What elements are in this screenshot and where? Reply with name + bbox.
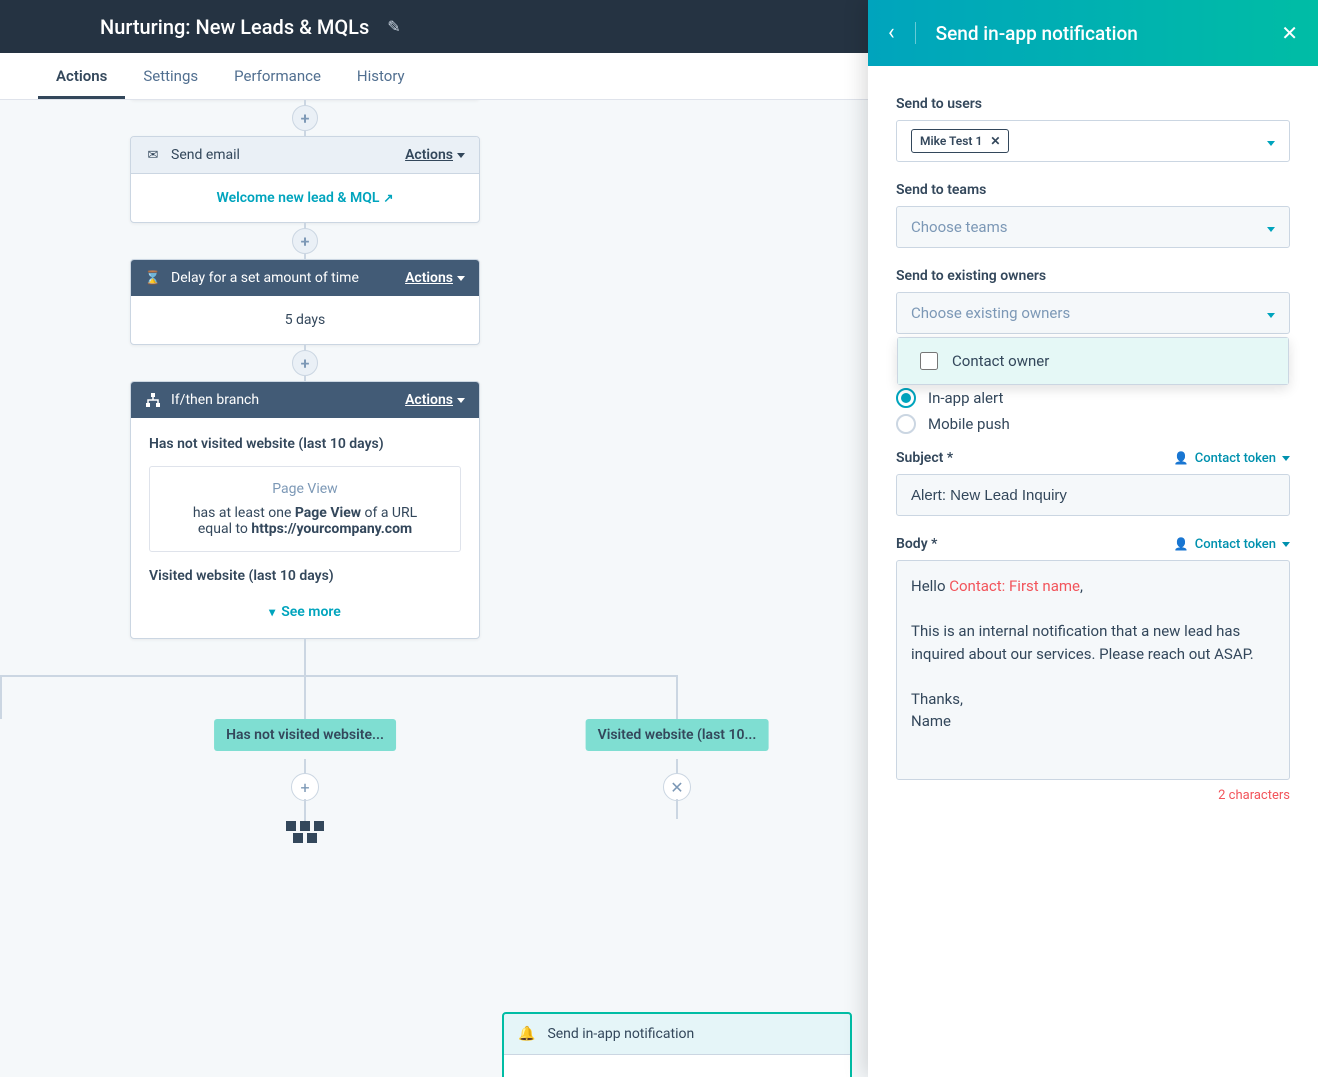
email-link[interactable]: Welcome new lead & MQL↗ (131, 174, 479, 222)
workflow-header: Nurturing: New Leads & MQLs ✎ (0, 0, 868, 53)
chevron-down-icon (1267, 218, 1275, 236)
goal-icon (286, 821, 326, 845)
owners-select[interactable]: Choose existing owners Contact owner (896, 292, 1290, 334)
contact-token-button[interactable]: Contact token (1174, 451, 1290, 466)
tab-actions[interactable]: Actions (38, 67, 125, 99)
card-actions-menu[interactable]: Actions (405, 392, 465, 408)
panel-title: Send in-app notification (936, 22, 1262, 45)
card-send-notification-selected[interactable]: 🔔 Send in-app notification (502, 1012, 852, 1077)
connector: + (304, 100, 306, 136)
connector: + (304, 223, 306, 259)
workflow-canvas[interactable]: + ✉ Send email Actions Welcome new lead … (0, 100, 868, 1077)
body-textarea[interactable]: Hello Contact: First name, This is an in… (896, 560, 1290, 780)
card-title: Delay for a set amount of time (171, 270, 359, 286)
remove-branch-button[interactable]: ✕ (663, 773, 691, 801)
field-send-to-owners: Send to existing owners Choose existing … (896, 268, 1290, 334)
tab-history[interactable]: History (339, 67, 423, 99)
panel-header: ‹ Send in-app notification ✕ (868, 0, 1318, 66)
delay-value: 5 days (131, 296, 479, 344)
hourglass-icon: ⌛ (145, 270, 161, 286)
branch-split (0, 639, 868, 719)
character-count: 2 characters (896, 788, 1290, 803)
card-title: If/then branch (171, 392, 259, 408)
connector: + (304, 345, 306, 381)
contact-token-button[interactable]: Contact token (1174, 537, 1290, 552)
external-link-icon: ↗ (383, 191, 393, 205)
owner-option-contact-owner[interactable]: Contact owner (898, 338, 1288, 384)
add-action-button[interactable]: + (292, 105, 318, 131)
sitemap-icon (145, 392, 161, 408)
users-select[interactable]: Mike Test 1 ✕ (896, 120, 1290, 162)
branch-tag-right[interactable]: Visited website (last 10... (586, 719, 769, 751)
field-notification-type: In-app alert Mobile push (896, 388, 1290, 434)
chevron-down-icon (1267, 132, 1275, 150)
edit-title-icon[interactable]: ✎ (387, 17, 400, 36)
see-more-button[interactable]: ▾See more (149, 596, 461, 620)
user-chip[interactable]: Mike Test 1 ✕ (911, 129, 1009, 153)
branch-condition-1: Has not visited website (last 10 days) (149, 436, 461, 452)
radio-icon (896, 388, 916, 408)
subject-input[interactable] (896, 474, 1290, 516)
branch-tag-left[interactable]: Has not visited website... (214, 719, 396, 751)
card-delay[interactable]: ⌛ Delay for a set amount of time Actions… (130, 259, 480, 345)
field-send-to-users: Send to users Mike Test 1 ✕ (896, 96, 1290, 162)
tab-settings[interactable]: Settings (125, 67, 216, 99)
card-branch[interactable]: If/then branch Actions Has not visited w… (130, 381, 480, 639)
workflow-title: Nurturing: New Leads & MQLs (100, 15, 369, 39)
tab-performance[interactable]: Performance (216, 67, 339, 99)
add-action-button[interactable]: + (292, 228, 318, 254)
add-action-button[interactable]: + (291, 773, 319, 801)
field-subject: Subject * Contact token (896, 450, 1290, 516)
radio-icon (896, 414, 916, 434)
tab-row: Actions Settings Performance History (0, 53, 868, 100)
card-title: Send email (171, 147, 240, 163)
chevron-down-icon: ▾ (269, 605, 275, 619)
card-actions-menu[interactable]: Actions (405, 270, 465, 286)
back-button[interactable]: ‹ (888, 22, 916, 44)
field-body: Body * Contact token Hello Contact: Firs… (896, 536, 1290, 780)
radio-inapp-alert[interactable]: In-app alert (896, 388, 1290, 408)
bell-icon: 🔔 (518, 1026, 535, 1042)
add-action-button[interactable]: + (292, 350, 318, 376)
branch-condition-2: Visited website (last 10 days) (149, 568, 461, 584)
body-token: Contact: First name (949, 577, 1080, 595)
owner-option-checkbox[interactable] (920, 352, 938, 370)
remove-chip-icon[interactable]: ✕ (990, 134, 1000, 148)
field-send-to-teams: Send to teams Choose teams (896, 182, 1290, 248)
owners-dropdown: Contact owner (897, 337, 1289, 385)
side-panel: ‹ Send in-app notification ✕ Send to use… (868, 0, 1318, 1077)
chevron-down-icon (1267, 304, 1275, 322)
teams-select[interactable]: Choose teams (896, 206, 1290, 248)
radio-mobile-push[interactable]: Mobile push (896, 414, 1290, 434)
email-icon: ✉ (145, 147, 161, 163)
card-title: Send in-app notification (547, 1026, 694, 1042)
card-actions-menu[interactable]: Actions (405, 147, 465, 163)
close-button[interactable]: ✕ (1281, 21, 1298, 45)
branch-tags: Has not visited website... Visited websi… (0, 719, 868, 759)
page-view-criteria: Page View has at least one Page View of … (149, 466, 461, 552)
card-send-email[interactable]: ✉ Send email Actions Welcome new lead & … (130, 136, 480, 223)
